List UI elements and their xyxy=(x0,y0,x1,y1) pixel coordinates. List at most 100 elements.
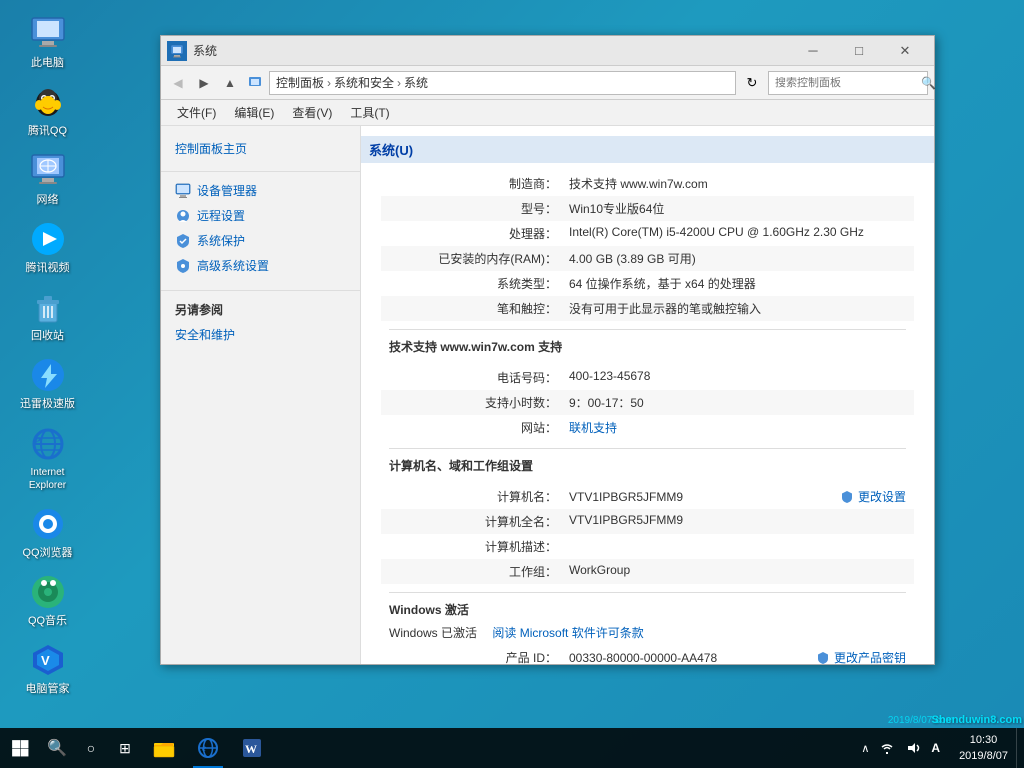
desktop-icon-qq[interactable]: 腾讯QQ xyxy=(10,78,85,142)
desktop-icons-container: 此电脑 腾讯QQ xyxy=(10,10,85,701)
menu-view[interactable]: 查看(V) xyxy=(284,101,340,124)
tray-volume[interactable] xyxy=(902,740,924,756)
shield-key-icon xyxy=(816,651,830,665)
desktop-icon-network[interactable]: 网络 xyxy=(10,147,85,211)
address-path[interactable]: 控制面板 › 系统和安全 › 系统 xyxy=(269,71,736,95)
ie-taskbar-icon: e xyxy=(197,737,219,759)
support-info-table: 电话号码： 400-123-45678 支持小时数： 9：00-17：50 网站… xyxy=(381,365,914,440)
back-button[interactable]: ◀ xyxy=(167,72,189,94)
sidebar-link-security-label: 安全和维护 xyxy=(175,326,235,343)
volume-icon xyxy=(905,740,921,756)
info-row-website: 网站： 联机支持 xyxy=(381,415,914,440)
shield-icon xyxy=(840,490,854,504)
path-system[interactable]: 系统 xyxy=(404,74,428,91)
tray-show-hidden[interactable]: ∧ xyxy=(858,742,872,755)
sidebar-link-devices[interactable]: 设备管理器 xyxy=(161,178,360,203)
info-row-pen: 笔和触控： 没有可用于此显示器的笔或触控输入 xyxy=(381,296,914,321)
menu-file[interactable]: 文件(F) xyxy=(169,101,224,124)
desktop-icon-xunlei[interactable]: 迅雷极速版 xyxy=(10,351,85,415)
clock-date: 2019/8/07 xyxy=(959,748,1008,765)
change-settings-button[interactable]: 更改设置 xyxy=(840,488,906,505)
website-value: 联机支持 xyxy=(569,419,906,436)
sidebar: 控制面板主页 设备管理器 xyxy=(161,126,361,664)
explorer-icon xyxy=(153,737,175,759)
taskbar-taskview-button[interactable]: ⊞ xyxy=(108,728,142,768)
license-link[interactable]: 阅读 Microsoft 软件许可条款 xyxy=(492,624,643,641)
menu-edit[interactable]: 编辑(E) xyxy=(226,101,282,124)
change-key-button[interactable]: 更改产品密钥 xyxy=(816,649,906,664)
info-row-full-name: 计算机全名： VTV1IPBGR5JFMM9 xyxy=(381,509,914,534)
window-icon xyxy=(167,41,187,61)
word-icon: W xyxy=(241,737,263,759)
manufacturer-label: 制造商： xyxy=(389,175,569,192)
desktop-icon-qqmusic[interactable]: QQ音乐 xyxy=(10,568,85,632)
desktop-icon-xunlei-label: 迅雷极速版 xyxy=(20,397,75,411)
desktop-icon-ie-label: Internet Explorer xyxy=(14,466,81,492)
taskbar-search-button[interactable]: 🔍 xyxy=(40,728,74,768)
sidebar-link-security[interactable]: 安全和维护 xyxy=(161,322,360,347)
taskbar-cortana-button[interactable]: ○ xyxy=(74,728,108,768)
refresh-button[interactable]: ↻ xyxy=(740,71,764,95)
taskbar-app-ie[interactable]: e xyxy=(186,728,230,768)
sidebar-see-also-title: 另请参阅 xyxy=(161,297,360,322)
desktop-icon-pcmanager[interactable]: V 电脑管家 xyxy=(10,636,85,700)
website-label: 网站： xyxy=(389,419,569,436)
path-controlpanel[interactable]: 控制面板 xyxy=(276,74,324,91)
close-button[interactable]: ✕ xyxy=(882,36,928,66)
model-label: 型号： xyxy=(389,200,569,217)
show-desktop-button[interactable] xyxy=(1016,728,1024,768)
path-security[interactable]: 系统和安全 xyxy=(334,74,394,91)
divider-computer xyxy=(389,448,906,449)
desktop-icon-computer[interactable]: 此电脑 xyxy=(10,10,85,74)
svg-text:e: e xyxy=(202,743,206,753)
watermark-date: 2019/8/07 com xyxy=(888,715,954,726)
sidebar-link-advanced[interactable]: 高级系统设置 xyxy=(161,253,360,278)
taskbar-clock[interactable]: 10:30 2019/8/07 xyxy=(951,732,1016,765)
product-id-value: 00330-80000-00000-AA478 xyxy=(569,651,816,665)
system-type-value: 64 位操作系统，基于 x64 的处理器 xyxy=(569,275,906,292)
desktop-icon-qqmusic-label: QQ音乐 xyxy=(28,614,67,628)
support-title: 技术支持 www.win7w.com 支持 xyxy=(381,332,914,357)
taskbar-apps: e W xyxy=(142,728,850,768)
tray-network[interactable] xyxy=(876,740,898,756)
taskbar-tray: ∧ A xyxy=(850,740,951,756)
desktop-icon-qqbrowser[interactable]: QQ浏览器 xyxy=(10,500,85,564)
sidebar-link-protection-label: 系统保护 xyxy=(197,232,245,249)
full-name-value: VTV1IPBGR5JFMM9 xyxy=(569,513,906,527)
maximize-button[interactable]: □ xyxy=(836,36,882,66)
section-header-label: 系统(U) xyxy=(369,143,413,158)
desktop-icon-recycle[interactable]: 回收站 xyxy=(10,283,85,347)
advanced-settings-icon xyxy=(175,258,191,274)
network-tray-icon xyxy=(879,740,895,756)
workgroup-label: 工作组： xyxy=(389,563,569,580)
website-link[interactable]: 联机支持 xyxy=(569,421,617,435)
minimize-button[interactable]: ─ xyxy=(790,36,836,66)
change-settings-label: 更改设置 xyxy=(858,488,906,505)
taskbar-app-explorer[interactable] xyxy=(142,728,186,768)
desktop: 此电脑 腾讯QQ xyxy=(0,0,1024,768)
full-name-label: 计算机全名： xyxy=(389,513,569,530)
product-id-label: 产品 ID： xyxy=(389,649,569,664)
forward-button[interactable]: ▶ xyxy=(193,72,215,94)
sidebar-main-link[interactable]: 控制面板主页 xyxy=(161,136,360,161)
activated-text: Windows 已激活 xyxy=(389,624,477,641)
computer-section-title: 计算机名、域和工作组设置 xyxy=(381,451,914,476)
sidebar-link-remote[interactable]: 远程设置 xyxy=(161,203,360,228)
search-input[interactable] xyxy=(775,77,917,89)
search-box[interactable]: 🔍 xyxy=(768,71,928,95)
tray-ime[interactable]: A xyxy=(928,741,943,755)
ram-label: 已安装的内存(RAM)： xyxy=(389,250,569,267)
sidebar-see-also: 另请参阅 安全和维护 xyxy=(161,290,360,347)
info-row-phone: 电话号码： 400-123-45678 xyxy=(381,365,914,390)
svg-text:e: e xyxy=(34,432,41,449)
taskbar-app-word[interactable]: W xyxy=(230,728,274,768)
up-button[interactable]: ▲ xyxy=(219,72,241,94)
device-manager-icon xyxy=(175,183,191,199)
menu-bar: 文件(F) 编辑(E) 查看(V) 工具(T) xyxy=(161,100,934,126)
sidebar-link-protection[interactable]: 系统保护 xyxy=(161,228,360,253)
menu-tools[interactable]: 工具(T) xyxy=(342,101,397,124)
start-button[interactable] xyxy=(0,728,40,768)
desktop-icon-ie[interactable]: e Internet Explorer xyxy=(10,420,85,496)
info-row-ram: 已安装的内存(RAM)： 4.00 GB (3.89 GB 可用) xyxy=(381,246,914,271)
desktop-icon-qqvideo[interactable]: 腾讯视频 xyxy=(10,215,85,279)
